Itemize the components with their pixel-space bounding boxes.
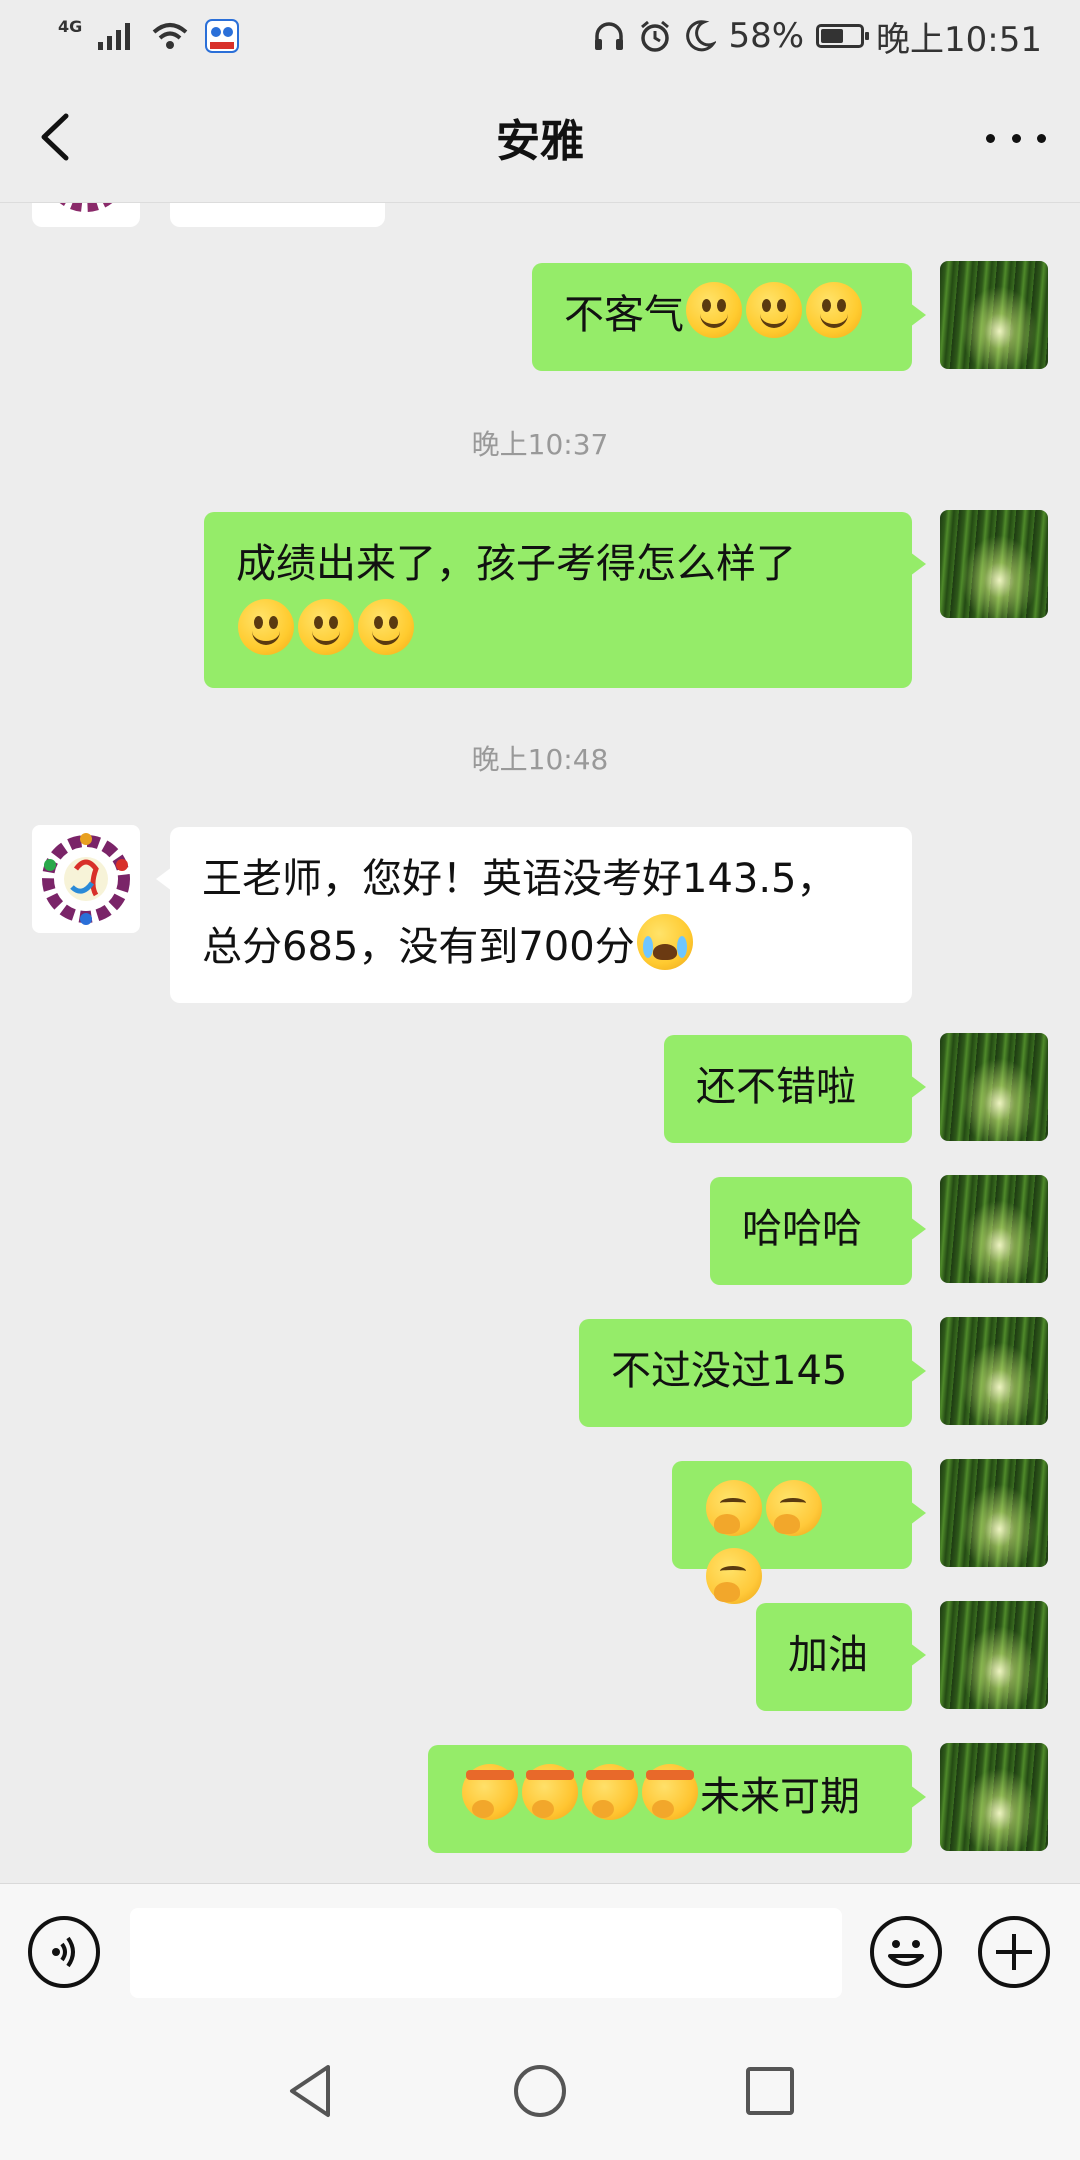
plus-icon	[996, 1934, 1032, 1970]
nav-home-icon[interactable]	[508, 2059, 572, 2123]
message-list[interactable]: 不客气 晚上10:37 成绩出来了，孩子考得怎么样了 晚上10:48 王老师，您…	[0, 203, 1080, 1883]
smile-emoji-icon	[806, 282, 862, 338]
message-bubble-outgoing[interactable]: 不过没过145	[579, 1319, 926, 1427]
timestamp: 晚上10:37	[471, 428, 609, 461]
back-arrow-icon[interactable]	[32, 110, 82, 164]
smile-emoji-icon	[358, 599, 414, 655]
message-text: 不客气	[564, 292, 684, 338]
message-input[interactable]	[130, 1908, 842, 1998]
chat-title: 安雅	[496, 116, 584, 167]
status-right: 58% 晚上10:51	[592, 12, 1042, 61]
network-type: 4G	[58, 16, 83, 36]
message-bubble-outgoing[interactable]: 不客气	[532, 263, 926, 371]
message-text-line2: 总分685，没有到700分	[202, 913, 880, 981]
battery-percent: 58%	[728, 16, 805, 56]
smile-emoji-icon	[298, 599, 354, 655]
timestamp: 晚上10:48	[471, 743, 609, 776]
chat-header: 安雅	[0, 72, 1080, 203]
message-text: 不过没过145	[611, 1348, 848, 1394]
thinking-emoji-icon	[766, 1480, 822, 1536]
fighting-emoji-icon	[582, 1764, 638, 1820]
thinking-emoji-icon	[706, 1480, 762, 1536]
my-avatar[interactable]	[940, 1743, 1048, 1851]
app-notification-icon	[205, 19, 240, 53]
smile-emoji-icon	[746, 282, 802, 338]
my-avatar[interactable]	[940, 1317, 1048, 1425]
status-left: 4G	[58, 16, 240, 54]
my-avatar[interactable]	[940, 510, 1048, 618]
message-bubble-outgoing[interactable]: 成绩出来了，孩子考得怎么样了	[204, 512, 926, 688]
voice-icon	[52, 1936, 75, 1968]
system-nav-bar	[0, 2023, 1080, 2160]
fighting-emoji-icon	[462, 1764, 518, 1820]
message-text: 王老师，您好！英语没考好143.5，	[202, 856, 837, 902]
more-dot	[1011, 133, 1021, 143]
thinking-emoji-icon	[706, 1548, 762, 1604]
message-bubble-outgoing[interactable]: 加油	[756, 1603, 926, 1711]
fighting-emoji-icon	[522, 1764, 578, 1820]
more-functions-button[interactable]	[978, 1916, 1050, 1988]
message-bubble-outgoing[interactable]: 未来可期	[428, 1745, 926, 1853]
message-bubble-outgoing[interactable]: 哈哈哈	[710, 1177, 926, 1285]
alarm-icon	[641, 20, 670, 52]
emoji-line	[236, 598, 880, 666]
my-avatar[interactable]	[940, 261, 1048, 369]
input-bar	[0, 1883, 1080, 2024]
message-text: 哈哈哈	[742, 1206, 862, 1252]
more-options-icon[interactable]	[986, 120, 1046, 156]
emoji-picker-button[interactable]	[870, 1916, 942, 1988]
status-time: 晚上10:51	[876, 19, 1042, 60]
smiley-icon	[888, 1940, 924, 1966]
voice-input-button[interactable]	[28, 1916, 100, 1988]
smile-emoji-icon	[686, 282, 742, 338]
headphone-icon	[595, 22, 624, 50]
my-avatar[interactable]	[940, 1033, 1048, 1141]
message-text: 未来可期	[700, 1774, 860, 1820]
moon-icon	[686, 20, 717, 52]
nav-back-icon[interactable]	[280, 2059, 344, 2123]
message-text: 加油	[788, 1632, 868, 1678]
my-avatar[interactable]	[940, 1175, 1048, 1283]
message-text: 成绩出来了，孩子考得怎么样了	[236, 541, 796, 587]
contact-avatar[interactable]	[32, 825, 140, 933]
more-dot	[1037, 133, 1046, 143]
battery-fill	[821, 29, 844, 43]
cry-emoji-icon	[636, 914, 693, 970]
battery-icon	[816, 24, 870, 48]
smile-emoji-icon	[238, 599, 294, 655]
message-text: 总分685，没有到700分	[202, 924, 635, 970]
my-avatar[interactable]	[940, 1601, 1048, 1709]
message-bubble-outgoing[interactable]	[672, 1461, 926, 1604]
wifi-icon	[152, 23, 188, 49]
partial-message-bubble[interactable]	[170, 203, 385, 227]
more-dot	[986, 133, 995, 143]
my-avatar[interactable]	[940, 1459, 1048, 1567]
message-text: 还不错啦	[696, 1064, 856, 1110]
fighting-emoji-icon	[642, 1764, 698, 1820]
partial-contact-avatar[interactable]	[32, 203, 140, 227]
status-bar: 4G 58% 晚上10:51	[0, 0, 1080, 72]
signal-icon	[98, 23, 131, 50]
nav-recent-apps-icon[interactable]	[738, 2059, 802, 2123]
message-bubble-outgoing[interactable]: 还不错啦	[664, 1035, 926, 1143]
message-bubble-incoming[interactable]: 王老师，您好！英语没考好143.5， 总分685，没有到700分	[156, 827, 912, 1003]
